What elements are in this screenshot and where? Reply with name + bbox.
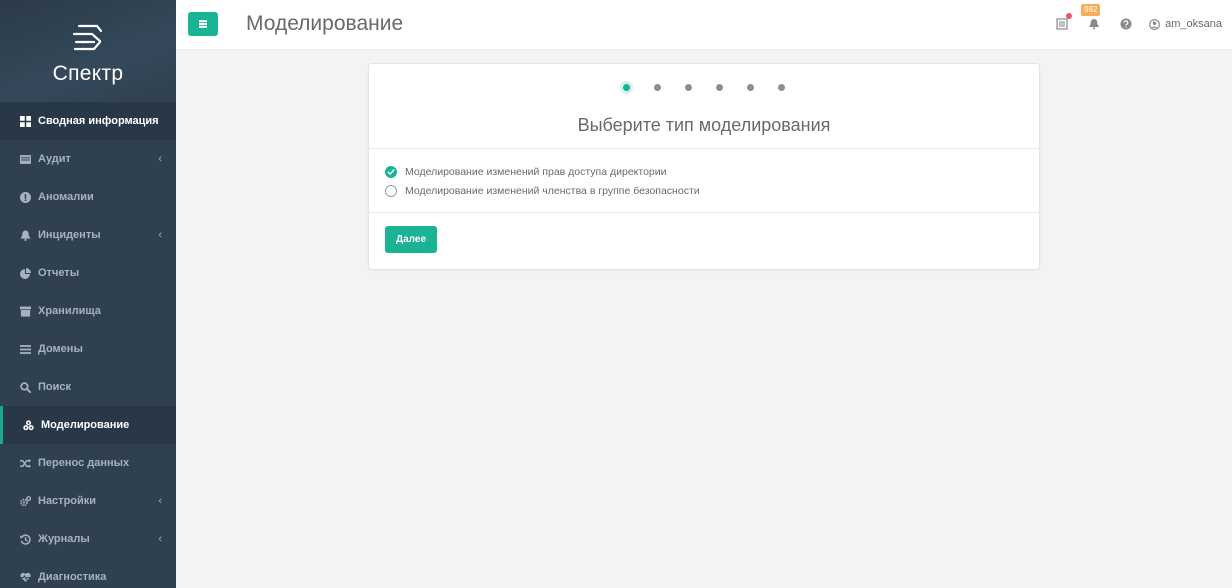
sidebar-item-data-transfer[interactable]: Перенос данных [0,444,176,482]
radio-checked-icon[interactable] [385,165,397,178]
option-label: Моделирование изменений членства в групп… [405,184,700,197]
option-directory-access-rights[interactable]: Моделирование изменений прав доступа дир… [385,162,700,181]
modeling-wizard-card: Выберите тип моделирования Моделирование… [368,63,1040,270]
wizard-step-6 [778,84,785,91]
sidebar-item-summary[interactable]: Сводная информация [0,102,176,140]
sidebar-item-storages[interactable]: Хранилища [0,292,176,330]
wizard-step-2 [654,84,661,91]
history-icon [20,533,31,545]
radio-unchecked-icon[interactable] [385,184,397,197]
page-title: Моделирование [246,12,404,35]
topbar: Моделирование 982 am_oksana [176,0,1232,50]
list-icon [20,154,31,165]
sidebar-item-domains[interactable]: Домены [0,330,176,368]
chevron-left-icon: ‹ [158,533,162,545]
sidebar-item-label: Аудит [38,153,71,165]
cubes-icon [23,419,34,431]
sidebar-item-label: Сводная информация [38,115,159,127]
sidebar-item-label: Диагностика [38,571,107,583]
option-security-group-membership[interactable]: Моделирование изменений членства в групп… [385,181,700,200]
wizard-steps [369,84,1039,91]
sidebar-item-label: Настройки [38,495,97,507]
shuffle-icon [20,458,31,469]
next-button[interactable]: Далее [385,226,437,253]
archive-icon [20,306,31,317]
divider [369,148,1039,149]
wizard-title: Выберите тип моделирования [577,115,831,135]
chevron-left-icon: ‹ [158,153,162,165]
bell-icon [20,230,31,241]
sidebar-item-label: Домены [38,343,83,355]
wizard-step-3 [685,84,692,91]
notifications-button[interactable]: 982 [1081,4,1101,31]
sidebar-item-label: Перенос данных [38,457,130,469]
wizard-step-1 [623,84,630,91]
sidebar-item-journals[interactable]: Журналы ‹ [0,520,176,558]
pie-chart-icon [20,267,31,279]
sidebar-item-label: Моделирование [41,419,130,431]
tasks-icon [1056,18,1068,30]
sidebar-item-label: Аномалии [38,191,94,203]
sidebar-item-incidents[interactable]: Инциденты ‹ [0,216,176,254]
sidebar-item-label: Поиск [38,381,72,393]
sidebar-item-search[interactable]: Поиск [0,368,176,406]
sidebar-item-settings[interactable]: Настройки ‹ [0,482,176,520]
sidebar-item-reports[interactable]: Отчеты [0,254,176,292]
exclamation-circle-icon [20,191,31,203]
sidebar-item-label: Хранилища [38,305,101,317]
sidebar-item-label: Отчеты [38,267,80,279]
brand[interactable]: Спектр [0,0,176,102]
brand-name: Спектр [52,62,124,85]
option-label: Моделирование изменений прав доступа дир… [405,165,667,178]
topbar-right: 982 am_oksana [1037,0,1222,48]
bars-icon [20,344,31,355]
hamburger-icon [199,23,207,25]
heartbeat-icon [20,572,31,583]
menu-toggle-button[interactable] [188,12,218,36]
question-circle-icon [1120,18,1132,30]
wizard-step-5 [747,84,754,91]
notification-count-badge: 982 [1081,4,1101,16]
sidebar-item-label: Журналы [38,533,90,545]
help-button[interactable] [1119,17,1133,31]
user-circle-icon [1149,18,1161,30]
bell-icon [1089,19,1100,30]
spectr-logo-icon [72,24,103,51]
tasks-button[interactable] [1055,13,1073,31]
sidebar-item-audit[interactable]: Аудит ‹ [0,140,176,178]
sidebar-item-anomalies[interactable]: Аномалии [0,178,176,216]
chevron-left-icon: ‹ [158,495,162,507]
wizard-step-4 [716,84,723,91]
chevron-left-icon: ‹ [158,229,162,241]
alert-dot [1066,13,1073,19]
sidebar-nav: Сводная информация Аудит ‹ Аномалии Инци… [0,102,176,588]
sidebar-item-label: Инциденты [38,229,101,241]
gears-icon [20,495,31,507]
sidebar: Спектр Сводная информация Аудит ‹ Аномал… [0,0,176,588]
user-menu[interactable]: am_oksana [1149,18,1222,30]
divider [369,212,1039,213]
grid-icon [20,115,31,127]
modeling-type-options: Моделирование изменений прав доступа дир… [385,162,700,200]
search-icon [20,381,31,393]
sidebar-item-diagnostics[interactable]: Диагностика [0,558,176,588]
username: am_oksana [1165,18,1222,30]
sidebar-item-modeling[interactable]: Моделирование [0,406,176,444]
